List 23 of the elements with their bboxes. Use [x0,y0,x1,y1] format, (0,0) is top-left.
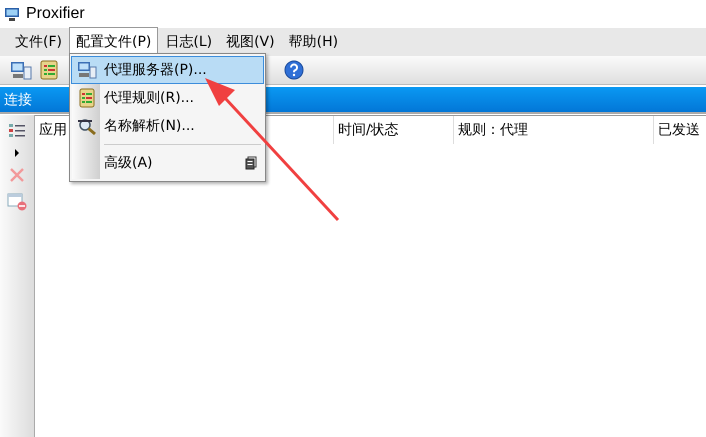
column-header[interactable]: 时间/状态 [334,116,454,144]
menu-entry[interactable]: 代理服务器(P)... [71,56,264,84]
list-icon[interactable] [8,123,26,139]
menu-item[interactable]: 帮助(H) [282,27,346,57]
triangle-icon[interactable] [14,149,20,157]
menu-item[interactable]: 视图(V) [219,27,282,57]
menu-entry[interactable]: 高级(A) [71,149,264,177]
app-icon [4,6,20,22]
window-title: Proxifier [26,5,85,23]
menu-entry[interactable]: 名称解析(N)... [71,112,264,140]
menu-item[interactable]: 文件(F) [8,27,69,57]
column-header[interactable]: 规则：代理 [454,116,654,144]
window-remove-icon[interactable] [7,193,27,211]
menu-item[interactable]: 日志(L) [158,27,220,57]
menu-entry[interactable]: 代理规则(R)... [71,84,264,112]
computer-icon [77,61,97,79]
computer-icon[interactable] [10,59,32,81]
scroll-icon [78,88,96,108]
help-icon[interactable] [284,60,304,80]
pages-icon [245,156,257,170]
scroll-icon[interactable] [38,59,60,81]
column-header[interactable]: 已发送 [654,116,706,144]
panel-title: 连接 [4,90,32,108]
